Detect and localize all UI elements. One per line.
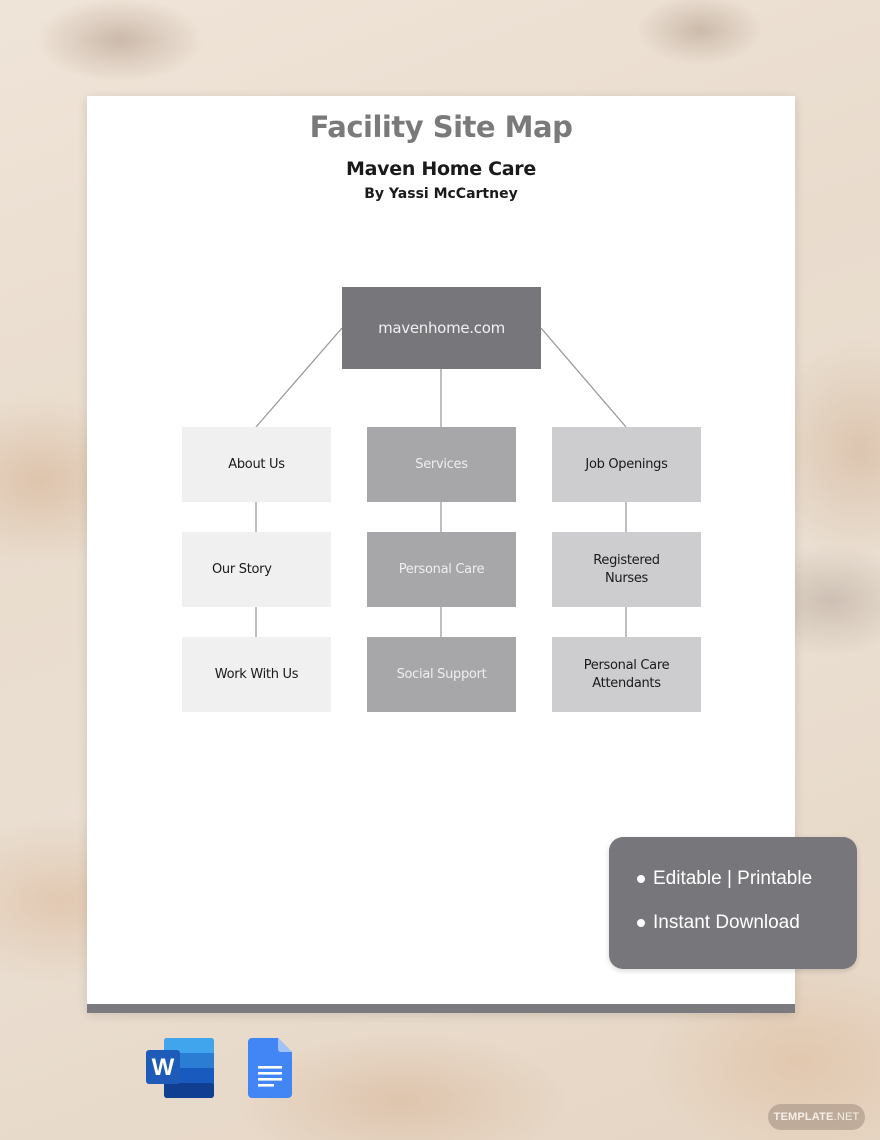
sitemap-node-social-support: Social Support [367,637,516,712]
bullet-icon [637,875,645,883]
document-subtitle: Maven Home Care [346,158,536,180]
svg-text:W: W [152,1054,175,1081]
node-label: Registered Nurses [593,552,660,586]
feature-item: Instant Download [637,912,800,934]
root-node-label: mavenhome.com [378,319,505,337]
google-docs-icon [248,1038,292,1098]
page-footer-bar [87,1004,795,1013]
node-label: Personal Care Attendants [583,657,670,691]
template-net-watermark: TEMPLATE .NET [768,1104,865,1130]
sitemap-node-personal-care-attendants: Personal Care Attendants [552,637,701,712]
node-label: Personal Care [398,561,485,577]
watermark-suffix: .NET [833,1111,860,1123]
node-label: Services [415,456,468,472]
sitemap-node-job-openings: Job Openings [552,427,701,502]
sitemap-node-our-story: Our Story [182,532,331,607]
feature-label: Instant Download [653,912,800,933]
sitemap-node-registered-nurses: Registered Nurses [552,532,701,607]
node-label: Our Story [212,561,272,577]
connector-root-col1 [255,327,343,428]
bullet-icon [637,919,645,927]
node-label: Job Openings [585,456,668,472]
features-badge: Editable | Printable Instant Download [609,837,857,969]
feature-label: Editable | Printable [653,868,813,889]
sitemap-node-about-us: About Us [182,427,331,502]
document-title: Facility Site Map [309,110,573,144]
document-author: By Yassi McCartney [364,186,518,202]
connector-root-col3 [540,327,627,428]
node-label: Social Support [396,666,487,682]
feature-item: Editable | Printable [637,868,812,890]
node-label: Work With Us [214,666,299,682]
sitemap-node-work-with-us: Work With Us [182,637,331,712]
sitemap-node-services: Services [367,427,516,502]
sitemap-root-node: mavenhome.com [342,287,541,369]
watermark-brand: TEMPLATE [773,1111,834,1123]
word-icon: W [146,1038,214,1098]
sitemap-node-personal-care: Personal Care [367,532,516,607]
node-label: About Us [228,456,285,472]
